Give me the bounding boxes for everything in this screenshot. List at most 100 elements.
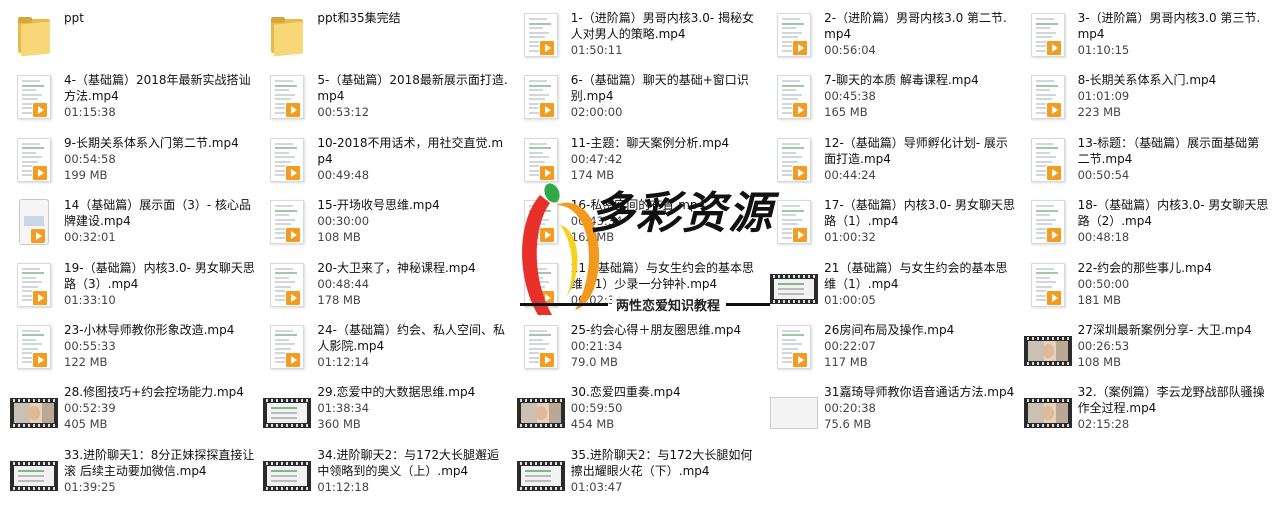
file-item[interactable]: 4-（基础篇）2018年最新实战搭讪方法.mp4 01:15:38 — [6, 68, 259, 130]
play-icon — [1045, 40, 1062, 56]
file-size: 405 MB — [64, 417, 108, 432]
file-item[interactable]: 26房间布局及操作.mp4 00:22:07 117 MB — [766, 318, 1019, 380]
file-name: 14（基础篇）展示面（3）- 核心品牌建设.mp4 — [64, 198, 252, 229]
file-item[interactable]: 32.（案例篇）李云龙野战部队骚操作全过程.mp4 02:15:28 — [1020, 380, 1273, 442]
file-thumbnail — [1024, 258, 1072, 310]
file-item[interactable]: 30.恋爱四重奏.mp4 00:59:50 454 MB — [513, 380, 766, 442]
video-thumbnail-icon — [1030, 262, 1065, 307]
file-thumbnail — [10, 320, 58, 372]
file-name: 11-主题：聊天案例分析.mp4 — [570, 135, 730, 150]
play-icon — [285, 351, 302, 368]
file-meta: 10-2018不用话术，用社交直觉.mp4 00:49:48 — [317, 133, 508, 183]
file-item[interactable]: ppt和35集完结 — [259, 6, 512, 68]
file-duration: 00:54:58 — [64, 151, 116, 166]
file-thumbnail — [770, 195, 818, 247]
file-item[interactable]: 8-长期关系体系入门.mp4 01:01:09 223 MB — [1020, 68, 1273, 130]
film-strip-icon — [263, 460, 312, 491]
file-duration: 00:56:04 — [824, 43, 876, 57]
file-name: 18-（基础篇）内核3.0- 男女聊天思路（2）.mp4 — [1077, 198, 1269, 229]
file-meta: 5-（基础篇）2018最新展示面打造.mp4 00:53:12 — [317, 70, 508, 120]
file-name: 20-大卫来了，神秘课程.mp4 — [317, 260, 476, 275]
file-item[interactable]: 15-开场收号思维.mp4 00:30:00 108 MB — [259, 193, 512, 255]
file-duration: 02:15:28 — [1077, 417, 1130, 432]
file-item[interactable]: 21（基础篇）与女生约会的基本思维（1）.mp4 01:00:05 — [766, 256, 1019, 318]
file-item[interactable]: 21（基础篇）与女生约会的基本思维（1）少录一分钟补.mp4 00:02:34 — [513, 256, 766, 318]
file-duration: 00:20:38 — [824, 401, 876, 416]
file-thumbnail — [770, 320, 818, 372]
file-duration: 01:39:25 — [64, 479, 116, 494]
video-thumbnail-icon — [1030, 75, 1065, 120]
file-name: 23-小林导师教你形象改造.mp4 — [64, 322, 235, 337]
video-thumbnail-icon — [270, 324, 305, 369]
file-item[interactable]: 1-（进阶篇）男哥内核3.0- 揭秘女人对男人的策略.mp4 01:50:11 — [513, 6, 766, 68]
file-item[interactable]: 20-大卫来了，神秘课程.mp4 00:48:44 178 MB — [259, 256, 512, 318]
film-strip-icon — [516, 398, 565, 429]
video-thumbnail-icon — [270, 137, 305, 182]
file-duration: 00:55:33 — [64, 338, 116, 353]
file-item[interactable]: 12-（基础篇）导师孵化计划- 展示面打造.mp4 00:44:24 — [766, 131, 1019, 193]
file-meta: 16-私密空间的布置.mp4 00:43:34 162 MB — [571, 195, 705, 245]
file-duration: 00:26:53 — [1077, 338, 1130, 353]
file-item[interactable]: ppt — [6, 6, 259, 68]
file-item[interactable]: 24-（基础篇）约会、私人空间、私人影院.mp4 01:12:14 — [259, 318, 512, 380]
file-meta: 21（基础篇）与女生约会的基本思维（1）.mp4 01:00:05 — [824, 258, 1015, 308]
play-icon — [285, 164, 302, 181]
video-thumbnail-icon — [523, 13, 558, 57]
file-item[interactable]: 31嘉琦导师教你语音通话方法.mp4 00:20:38 75.6 MB — [766, 380, 1019, 442]
file-name: 1-（进阶篇）男哥内核3.0- 揭秘女人对男人的策略.mp4 — [570, 11, 754, 41]
file-item[interactable]: 35.进阶聊天2：与172大长腿如何擦出耀眼火花（下）.mp4 01:03:47 — [513, 443, 766, 505]
video-thumbnail-icon — [270, 262, 305, 307]
file-item[interactable]: 17-（基础篇）内核3.0- 男女聊天思路（1）.mp4 01:00:32 — [766, 193, 1019, 255]
file-size: 199 MB — [64, 167, 108, 182]
file-size: 454 MB — [570, 417, 615, 432]
file-duration: 01:15:38 — [64, 105, 116, 120]
file-thumbnail — [263, 195, 311, 247]
file-size: 79.0 MB — [570, 354, 618, 369]
file-item[interactable]: 19-（基础篇）内核3.0- 男女聊天思路（3）.mp4 01:33:10 — [6, 256, 259, 318]
play-icon — [538, 102, 555, 119]
file-item[interactable]: 25-约会心得＋朋友圈思维.mp4 00:21:34 79.0 MB — [513, 318, 766, 380]
file-item[interactable]: 7-聊天的本质 解毒课程.mp4 00:45:38 165 MB — [766, 68, 1019, 130]
video-thumbnail-icon — [777, 200, 812, 245]
file-duration: 00:50:54 — [1077, 167, 1130, 182]
file-item[interactable]: 34.进阶聊天2：与172大长腿邂逅中领略到的奥义（上）.mp4 01:12:18 — [259, 443, 512, 505]
file-item[interactable]: 6-（基础篇）聊天的基础+窗口识别.mp4 02:00:00 — [513, 68, 766, 130]
file-size: 174 MB — [570, 167, 615, 182]
file-item[interactable]: 3-（进阶篇）男哥内核3.0 第三节.mp4 01:10:15 — [1020, 6, 1273, 68]
file-duration: 01:33:10 — [64, 292, 116, 307]
play-icon — [1045, 227, 1062, 244]
video-thumbnail-icon — [777, 137, 812, 182]
file-thumbnail — [1023, 382, 1072, 434]
file-duration: 00:49:48 — [317, 167, 370, 182]
file-name: 30.恋爱四重奏.mp4 — [570, 385, 681, 400]
video-thumbnail-icon — [523, 200, 558, 245]
file-item[interactable]: 27深圳最新案例分享- 大卫.mp4 00:26:53 108 MB — [1020, 318, 1273, 380]
file-item[interactable]: 29.恋爱中的大数据思维.mp4 01:38:34 360 MB — [259, 380, 512, 442]
file-name: 34.进阶聊天2：与172大长腿邂逅中领略到的奥义（上）.mp4 — [317, 447, 500, 478]
file-name: 27深圳最新案例分享- 大卫.mp4 — [1077, 322, 1252, 337]
file-item[interactable]: 5-（基础篇）2018最新展示面打造.mp4 00:53:12 — [259, 68, 512, 130]
file-item[interactable]: 10-2018不用话术，用社交直觉.mp4 00:49:48 — [259, 131, 512, 193]
file-item[interactable]: 28.修图技巧+约会控场能力.mp4 00:52:39 405 MB — [6, 380, 259, 442]
file-item[interactable]: 13-标题：（基础篇）展示面基础第二节.mp4 00:50:54 — [1020, 131, 1273, 193]
play-icon — [538, 227, 555, 244]
file-size: 178 MB — [317, 292, 361, 307]
file-item[interactable]: 2-（进阶篇）男哥内核3.0 第二节.mp4 00:56:04 — [766, 6, 1019, 68]
file-item[interactable]: 16-私密空间的布置.mp4 00:43:34 162 MB — [513, 193, 766, 255]
file-item[interactable]: 33.进阶聊天1：8分正妹探探直接让滚 后续主动要加微信.mp4 01:39:25 — [6, 443, 259, 505]
file-item[interactable]: 22-约会的那些事儿.mp4 00:50:00 181 MB — [1020, 256, 1273, 318]
file-size: 162 MB — [570, 230, 615, 245]
file-item[interactable]: 23-小林导师教你形象改造.mp4 00:55:33 122 MB — [6, 318, 259, 380]
file-size: 122 MB — [64, 354, 108, 369]
file-item[interactable]: 9-长期关系体系入门第二节.mp4 00:54:58 199 MB — [6, 131, 259, 193]
file-meta: 31嘉琦导师教你语音通话方法.mp4 00:20:38 75.6 MB — [824, 382, 1014, 432]
file-thumbnail — [516, 445, 565, 497]
file-item[interactable]: 11-主题：聊天案例分析.mp4 00:47:42 174 MB — [513, 131, 766, 193]
file-item[interactable]: 18-（基础篇）内核3.0- 男女聊天思路（2）.mp4 00:48:18 — [1020, 193, 1273, 255]
file-item[interactable]: 14（基础篇）展示面（3）- 核心品牌建设.mp4 00:32:01 — [6, 193, 259, 255]
file-name: 5-（基础篇）2018最新展示面打造.mp4 — [317, 73, 508, 104]
file-thumbnail — [10, 8, 58, 60]
file-thumbnail — [770, 133, 818, 185]
file-name: 31嘉琦导师教你语音通话方法.mp4 — [824, 385, 1015, 400]
file-meta: ppt和35集完结 — [317, 8, 400, 26]
